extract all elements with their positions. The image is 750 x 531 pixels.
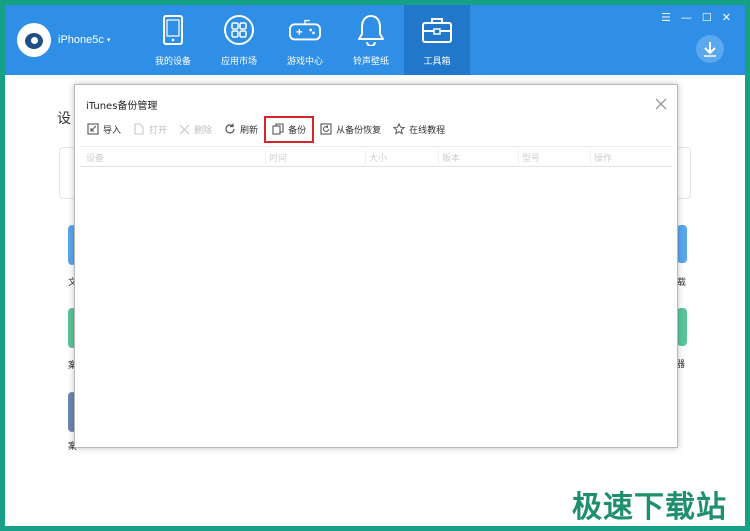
itunes-backup-dialog: iTunes备份管理 导入 打开 删除 刷新 备份 从备份恢复 在线教程 设备 …: [74, 84, 678, 448]
refresh-icon: [225, 123, 235, 134]
itools-logo-icon: [17, 23, 51, 57]
section-title: 设: [57, 111, 71, 127]
column-separator[interactable]: [518, 150, 519, 164]
column-separator[interactable]: [438, 150, 439, 164]
online-tutorial-button[interactable]: 在线教程: [387, 118, 451, 140]
apps-grid-icon: [223, 14, 255, 46]
tab-my-device[interactable]: 我的设备: [140, 5, 206, 75]
star-icon: [393, 123, 406, 135]
import-button[interactable]: 导入: [81, 118, 127, 140]
table-header: 设备 时间 大小 版本 型号 操作: [80, 146, 672, 167]
refresh-button[interactable]: 刷新: [218, 118, 264, 140]
minimize-icon[interactable]: —: [681, 12, 692, 23]
tab-game-center[interactable]: 游戏中心: [272, 5, 338, 75]
column-header-device[interactable]: 设备: [86, 151, 104, 164]
toolbox-icon: [421, 14, 453, 46]
watermark-logo: 极速下载站: [572, 490, 727, 525]
open-label: 打开: [149, 125, 168, 136]
tab-label: 工具箱: [423, 57, 451, 67]
delete-button[interactable]: 删除: [173, 118, 218, 140]
main-nav: 我的设备 应用市场 游戏中心 铃声壁纸 工具箱: [140, 5, 470, 75]
tool-tile[interactable]: [677, 308, 687, 346]
import-label: 导入: [103, 125, 122, 136]
restore-icon: [320, 123, 332, 135]
backup-label: 备份: [288, 125, 307, 136]
tab-label: 游戏中心: [286, 57, 323, 67]
tab-ringtones-wallpapers[interactable]: 铃声壁纸: [338, 5, 404, 75]
column-header-model[interactable]: 型号: [522, 151, 540, 164]
app-window: iPhone5c ▾ 我的设备 应用市场 游戏中心 铃声壁纸 工具箱 ☰ — ☐…: [5, 5, 745, 526]
tab-label: 铃声壁纸: [352, 57, 389, 67]
dialog-title: iTunes备份管理: [86, 101, 158, 112]
column-separator[interactable]: [365, 150, 366, 164]
tutorial-label: 在线教程: [409, 125, 446, 136]
tab-label: 我的设备: [154, 57, 191, 67]
restore-from-backup-button[interactable]: 从备份恢复: [314, 118, 387, 140]
backup-button[interactable]: 备份: [264, 115, 315, 143]
menu-icon[interactable]: ☰: [661, 12, 671, 23]
column-header-time[interactable]: 时间: [269, 151, 287, 164]
chevron-down-icon: ▾: [106, 36, 111, 44]
open-file-icon: [134, 123, 144, 135]
phone-icon: [157, 14, 189, 46]
device-name: iPhone5c: [58, 34, 104, 46]
delete-x-icon: [179, 124, 190, 134]
close-icon[interactable]: ✕: [722, 12, 731, 23]
tab-app-market[interactable]: 应用市场: [206, 5, 272, 75]
restore-label: 从备份恢复: [336, 125, 382, 136]
refresh-label: 刷新: [240, 125, 259, 136]
tab-toolbox[interactable]: 工具箱: [404, 5, 470, 75]
close-icon[interactable]: [655, 95, 667, 110]
tool-label: 载: [677, 278, 687, 288]
column-header-version[interactable]: 版本: [442, 151, 460, 164]
top-header: iPhone5c ▾ 我的设备 应用市场 游戏中心 铃声壁纸 工具箱 ☰ — ☐…: [5, 5, 745, 75]
dialog-toolbar: 导入 打开 删除 刷新 备份 从备份恢复 在线教程: [81, 115, 451, 143]
device-selector[interactable]: iPhone5c ▾: [17, 23, 110, 57]
column-separator[interactable]: [265, 150, 266, 164]
column-header-actions[interactable]: 操作: [594, 151, 612, 164]
column-separator[interactable]: [590, 150, 591, 164]
download-manager-button[interactable]: [696, 35, 724, 63]
delete-label: 删除: [194, 125, 213, 136]
tool-tile[interactable]: [677, 225, 687, 263]
bell-icon: [355, 14, 387, 46]
open-button[interactable]: 打开: [127, 118, 173, 140]
gamepad-icon: [289, 14, 321, 46]
window-controls: ☰ — ☐ ✕: [661, 12, 731, 23]
column-header-size[interactable]: 大小: [369, 151, 387, 164]
backup-copy-icon: [272, 123, 284, 135]
import-icon: [87, 123, 99, 135]
download-icon: [704, 42, 716, 57]
maximize-icon[interactable]: ☐: [702, 12, 712, 23]
backup-table: 设备 时间 大小 版本 型号 操作: [80, 146, 672, 446]
tab-label: 应用市场: [220, 57, 257, 67]
